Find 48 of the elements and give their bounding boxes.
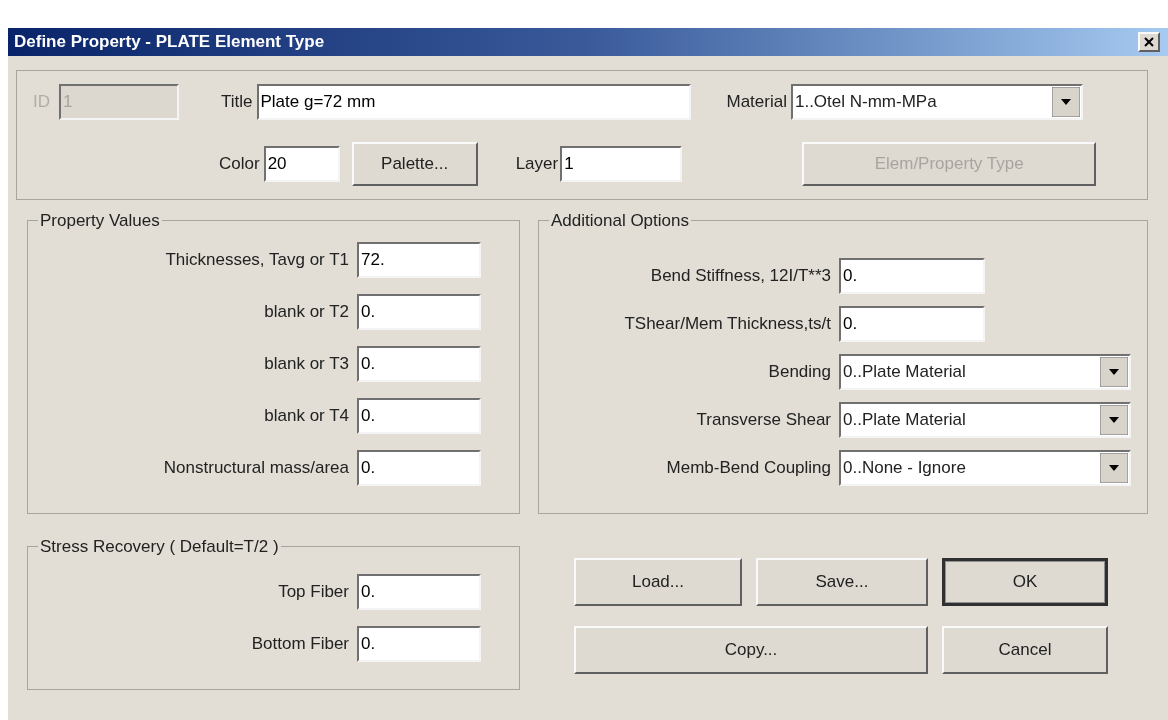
dropdown-arrow-icon [1100,452,1128,483]
text-field[interactable]: 0. [357,293,481,330]
dropdown[interactable]: 1..Otel N-mm-MPa [790,84,1083,120]
dialog-button[interactable]: Load... [574,558,742,606]
text-field[interactable]: 0. [839,305,985,342]
text-field[interactable]: 1 [560,146,683,182]
group-title: Additional Options [550,210,690,232]
dialog-button[interactable]: Copy... [574,626,928,674]
group-title: Stress Recovery ( Default=T/2 ) [39,536,280,558]
field-label: Bottom Fiber [251,632,349,655]
field-label: Color [219,153,260,176]
text-field[interactable]: 0. [839,257,985,294]
text-field[interactable]: 0. [357,345,481,382]
text-field[interactable]: 72. [357,241,481,278]
text-field[interactable]: 0. [357,449,481,486]
dropdown-arrow-icon [1100,404,1128,435]
field-label: Bending [768,360,831,383]
field-label: TShear/Mem Thickness,ts/t [624,312,831,335]
group-title: Property Values [39,210,161,232]
text-field[interactable]: 0. [357,573,481,610]
text-field[interactable]: 0. [357,625,481,662]
field-label: blank or T4 [264,404,349,427]
close-button[interactable] [1138,32,1160,52]
dropdown[interactable]: 0..Plate Material [839,353,1131,390]
field-label: Material [726,91,787,114]
dialog-button[interactable]: Save... [756,558,928,606]
dropdown[interactable]: 0..Plate Material [839,401,1131,438]
field-label: Nonstructural mass/area [163,456,349,479]
field-label: Top Fiber [278,580,349,603]
text-field[interactable]: 20 [263,146,340,182]
dialog-button[interactable]: Palette... [351,142,478,186]
field-label: Thicknesses, Tavg or T1 [165,248,349,271]
field-label: Transverse Shear [696,408,831,431]
field-label: Layer [515,153,559,176]
text-field[interactable]: Plate g=72 mm [256,84,691,120]
dialog-button[interactable]: Cancel [942,626,1108,674]
close-icon [1144,37,1154,47]
field-label: blank or T3 [264,352,349,375]
field-label: Memb-Bend Coupling [666,456,831,479]
dropdown[interactable]: 0..None - Ignore [839,449,1131,486]
field-label: blank or T2 [264,300,349,323]
text-field[interactable]: 0. [357,397,481,434]
dropdown-arrow-icon [1051,87,1080,117]
field-label: Bend Stiffness, 12I/T**3 [650,264,831,287]
dialog-button[interactable]: OK [942,558,1108,606]
dropdown-arrow-icon [1100,356,1128,387]
window-title: Define Property - PLATE Element Type [14,31,326,54]
field-label: Title [221,91,253,114]
